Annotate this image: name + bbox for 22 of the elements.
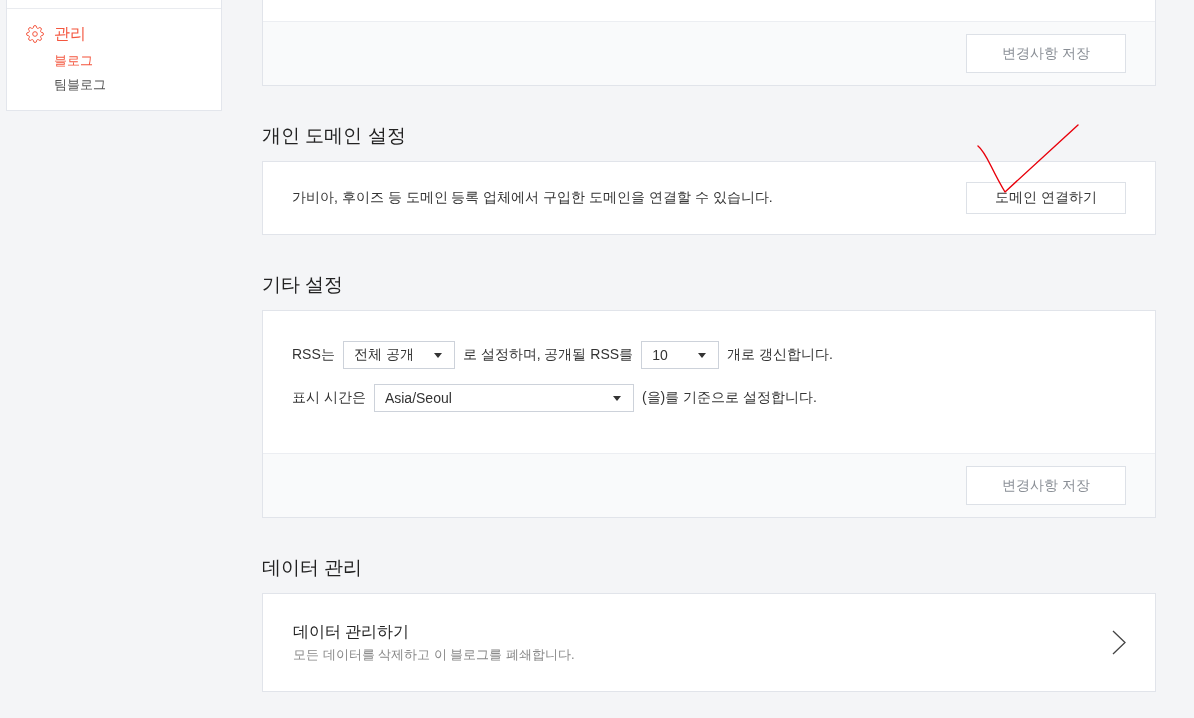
dropdown[interactable]: 전체 공개 bbox=[342, 341, 455, 369]
section-heading: 개인 도메인 설정 bbox=[262, 124, 406, 148]
link-title: 데이터 관리하기 bbox=[293, 622, 410, 642]
setting-text: RSS는 bbox=[292, 346, 335, 364]
dropdown[interactable]: Asia/Seoul bbox=[373, 384, 634, 412]
sidebar-item[interactable]: 블로그 bbox=[54, 49, 93, 73]
section-heading: 데이터 관리 bbox=[262, 556, 363, 580]
setting-text: (을)를 기준으로 설정합니다. bbox=[641, 389, 817, 407]
connect-domain-button[interactable]: 도메인 연결하기 bbox=[966, 182, 1126, 214]
link-card[interactable]: 데이터 관리하기 모든 데이터를 삭제하고 이 블로그를 폐쇄합니다. bbox=[262, 593, 1156, 692]
caret-down-icon bbox=[612, 395, 621, 401]
caret-down-icon bbox=[433, 352, 442, 358]
link-description: 모든 데이터를 삭제하고 이 블로그를 폐쇄합니다. bbox=[293, 646, 575, 664]
section-description: 가비아, 후이즈 등 도메인 등록 업체에서 구입한 도메인을 연결할 수 있습니다. bbox=[292, 189, 773, 207]
sidebar-item[interactable]: 팀블로그 bbox=[54, 73, 106, 97]
dropdown[interactable]: 10 bbox=[641, 341, 720, 369]
section-heading: 기타 설정 bbox=[262, 273, 344, 297]
setting-text: 개로 갱신합니다. bbox=[727, 346, 833, 364]
chevron-right-icon bbox=[1112, 630, 1126, 655]
setting-text: 로 설정하며, 공개될 RSS를 bbox=[462, 346, 634, 364]
setting-text: 표시 시간은 bbox=[292, 389, 366, 407]
caret-down-icon bbox=[698, 352, 707, 358]
